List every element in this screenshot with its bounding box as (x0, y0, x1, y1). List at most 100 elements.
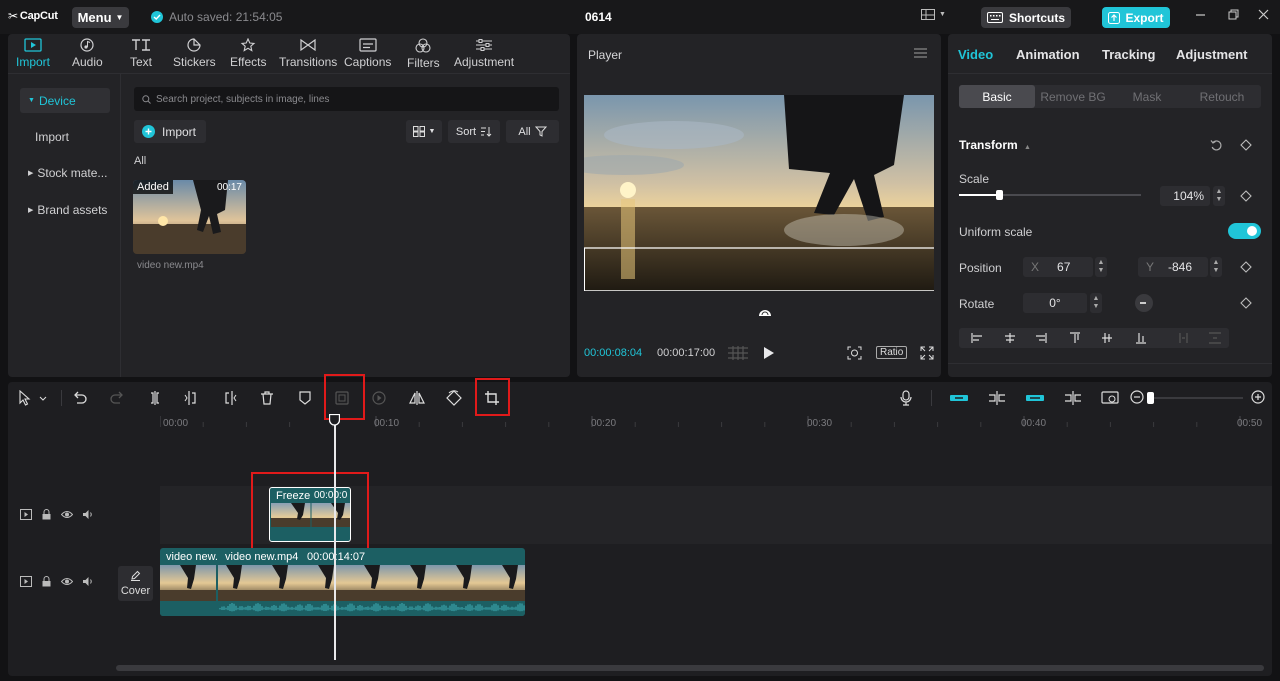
redo-icon[interactable] (109, 390, 125, 409)
adjustment-icon (475, 38, 493, 52)
reverse-icon[interactable] (371, 390, 387, 409)
timeline-ruler[interactable] (160, 412, 1260, 428)
position-x-stepper[interactable]: ▲ ▼ (1095, 257, 1107, 277)
playhead-handle[interactable] (328, 413, 341, 426)
subtab-retouch[interactable]: Retouch (1183, 85, 1261, 108)
position-y-input[interactable]: Y -846 (1138, 257, 1208, 277)
track-video-icon[interactable] (20, 509, 32, 523)
export-button[interactable]: Export (1102, 7, 1170, 28)
mirror-icon[interactable] (409, 390, 425, 409)
delete-right-icon[interactable] (221, 390, 237, 409)
scale-input[interactable]: 104% (1160, 186, 1210, 206)
scale-stepper[interactable]: ▲ ▼ (1213, 186, 1225, 206)
auto-snap-icon[interactable] (987, 390, 1007, 409)
media-item-thumbnail[interactable]: Added 00:17 (133, 180, 246, 254)
tab-audio[interactable]: Audio (72, 38, 103, 69)
delete-left-icon[interactable] (184, 390, 200, 409)
main-clip[interactable]: video new. video new.mp4 00:00:14:07 (160, 548, 525, 616)
subtab-basic[interactable]: Basic (959, 85, 1035, 108)
tab-import[interactable]: Import (16, 38, 50, 69)
tab-filters[interactable]: Filters (407, 38, 440, 70)
search-input[interactable]: Search project, subjects in image, lines (134, 87, 559, 111)
rotate-icon[interactable] (446, 390, 462, 409)
tab-effects[interactable]: Effects (230, 38, 266, 69)
import-button[interactable]: Import (134, 120, 206, 143)
ratio-button[interactable]: Ratio (876, 346, 908, 359)
eye-icon[interactable] (60, 509, 74, 523)
position-x-input[interactable]: X 67 (1023, 257, 1093, 277)
tab-transitions[interactable]: Transitions (279, 38, 337, 69)
fullscreen-icon[interactable] (920, 346, 934, 363)
nav-item-stock-material[interactable]: ▶ Stock mate... (20, 160, 110, 185)
keyframe-icon[interactable] (1240, 297, 1252, 312)
tab-adjustment[interactable]: Adjustment (1176, 47, 1248, 62)
undo-icon[interactable] (72, 390, 88, 409)
close-icon[interactable] (1258, 9, 1269, 23)
timeline-grid-icon[interactable] (728, 346, 748, 363)
fit-screen-icon[interactable] (847, 346, 862, 363)
mark-icon[interactable] (297, 390, 313, 409)
scale-slider[interactable] (959, 189, 1141, 201)
lock-icon[interactable] (41, 509, 52, 523)
rotate-input[interactable]: 0° (1023, 293, 1087, 313)
video-preview[interactable] (584, 95, 934, 291)
rotate-dial[interactable] (1135, 294, 1153, 312)
transform-section-header[interactable]: Transform ▲ (959, 138, 1031, 152)
filter-button[interactable]: All (506, 120, 559, 143)
delete-icon[interactable] (259, 390, 275, 409)
preview-axis-icon[interactable] (1063, 390, 1083, 409)
sort-button[interactable]: Sort (448, 120, 500, 143)
subtab-remove-bg[interactable]: Remove BG (1035, 85, 1111, 108)
zoom-out-icon[interactable] (1130, 390, 1144, 407)
keyframe-icon[interactable] (1240, 190, 1252, 205)
grid-icon (412, 126, 425, 137)
split-icon[interactable] (147, 390, 163, 409)
select-tool-icon[interactable] (18, 389, 48, 409)
playhead[interactable] (334, 414, 336, 660)
rotate-handle-icon[interactable] (758, 305, 772, 319)
keyframe-icon[interactable] (1240, 261, 1252, 276)
speaker-icon[interactable] (82, 509, 94, 523)
caret-right-icon: ▶ (28, 206, 34, 214)
microphone-icon[interactable] (899, 390, 913, 409)
tab-animation[interactable]: Animation (1016, 47, 1080, 62)
tab-video[interactable]: Video (958, 47, 993, 62)
tab-adjustment[interactable]: Adjustment (454, 38, 514, 69)
uniform-scale-toggle[interactable] (1228, 223, 1261, 239)
cover-button[interactable]: Cover (118, 566, 153, 601)
lock-icon[interactable] (41, 576, 52, 590)
hamburger-icon[interactable] (914, 47, 927, 61)
play-icon[interactable] (763, 347, 774, 362)
tab-captions[interactable]: Captions (344, 38, 391, 69)
zoom-slider[interactable] (1147, 392, 1243, 404)
tab-text[interactable]: Text (130, 38, 152, 69)
track-video-icon[interactable] (20, 576, 32, 590)
shortcuts-button[interactable]: Shortcuts (981, 7, 1071, 28)
layout-button[interactable]: ▼ (921, 9, 946, 20)
main-track-magnet-icon[interactable] (949, 390, 969, 409)
rotate-stepper[interactable]: ▲ ▼ (1090, 293, 1102, 313)
slider-thumb[interactable] (996, 190, 1004, 200)
tab-stickers[interactable]: Stickers (173, 38, 216, 69)
subtab-mask[interactable]: Mask (1111, 85, 1183, 108)
tab-label: Adjustment (454, 55, 515, 69)
zoom-in-icon[interactable] (1251, 390, 1265, 407)
tab-label: Captions (344, 55, 392, 69)
maximize-icon[interactable] (1228, 9, 1239, 23)
nav-item-import[interactable]: Import (20, 124, 110, 149)
nav-item-brand-assets[interactable]: ▶ Brand assets (20, 197, 110, 222)
tab-tracking[interactable]: Tracking (1102, 47, 1155, 62)
view-mode-button[interactable]: ▼ (406, 120, 442, 143)
timeline-scrollbar[interactable] (116, 665, 1264, 671)
speaker-icon[interactable] (82, 576, 94, 590)
reset-icon[interactable] (1210, 139, 1223, 155)
keyframe-icon[interactable] (1240, 139, 1252, 154)
linkage-icon[interactable] (1025, 390, 1045, 409)
minimize-icon[interactable] (1195, 9, 1206, 23)
eye-icon[interactable] (60, 576, 74, 590)
position-y-stepper[interactable]: ▲ ▼ (1210, 257, 1222, 277)
nav-item-device[interactable]: ▼ Device (20, 88, 110, 113)
timeline-preview-icon[interactable] (1101, 390, 1119, 409)
menu-button[interactable]: Menu ▼ (72, 7, 129, 28)
zoom-slider-thumb[interactable] (1147, 392, 1154, 404)
